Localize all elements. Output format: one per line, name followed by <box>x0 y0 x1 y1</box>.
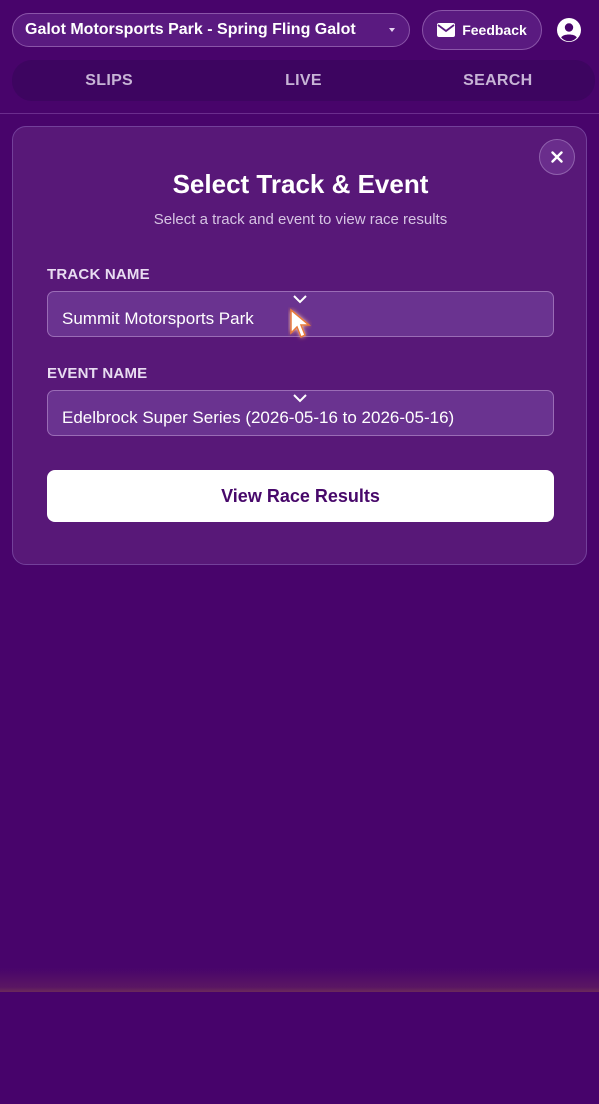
event-selector-label: Galot Motorsports Park - Spring Fling Ga… <box>25 21 356 38</box>
chevron-down-icon <box>293 295 307 304</box>
caret-down-icon <box>389 28 395 32</box>
event-name-select[interactable]: Edelbrock Super Series (2026-05-16 to 20… <box>47 390 554 436</box>
tab-bar: SLIPS LIVE SEARCH <box>12 60 595 101</box>
view-race-results-label: View Race Results <box>221 485 380 506</box>
pointer-cursor-icon <box>290 308 312 339</box>
feedback-button[interactable]: Feedback <box>422 10 542 50</box>
event-name-label: EVENT NAME <box>47 365 148 382</box>
header-divider <box>0 113 599 114</box>
feedback-label: Feedback <box>462 22 527 38</box>
app-page: Galot Motorsports Park - Spring Fling Ga… <box>0 0 599 1104</box>
top-bar: Galot Motorsports Park - Spring Fling Ga… <box>0 0 599 60</box>
event-selector[interactable]: Galot Motorsports Park - Spring Fling Ga… <box>12 13 410 47</box>
user-circle-icon[interactable] <box>557 18 581 42</box>
tab-search[interactable]: SEARCH <box>401 72 595 90</box>
mail-icon <box>437 23 456 37</box>
tab-live[interactable]: LIVE <box>206 72 400 90</box>
chevron-down-icon <box>293 394 307 403</box>
bottom-gradient <box>0 968 599 992</box>
modal-subtitle: Select a track and event to view race re… <box>153 211 448 228</box>
view-race-results-button[interactable]: View Race Results <box>47 470 554 522</box>
tab-slips[interactable]: SLIPS <box>12 72 206 90</box>
modal-title: Select Track & Event <box>172 169 429 199</box>
select-track-event-modal: Select Track & Event Select a track and … <box>12 126 587 565</box>
bottom-area <box>0 992 599 1104</box>
track-name-label: TRACK NAME <box>47 266 150 283</box>
close-icon <box>551 151 563 163</box>
